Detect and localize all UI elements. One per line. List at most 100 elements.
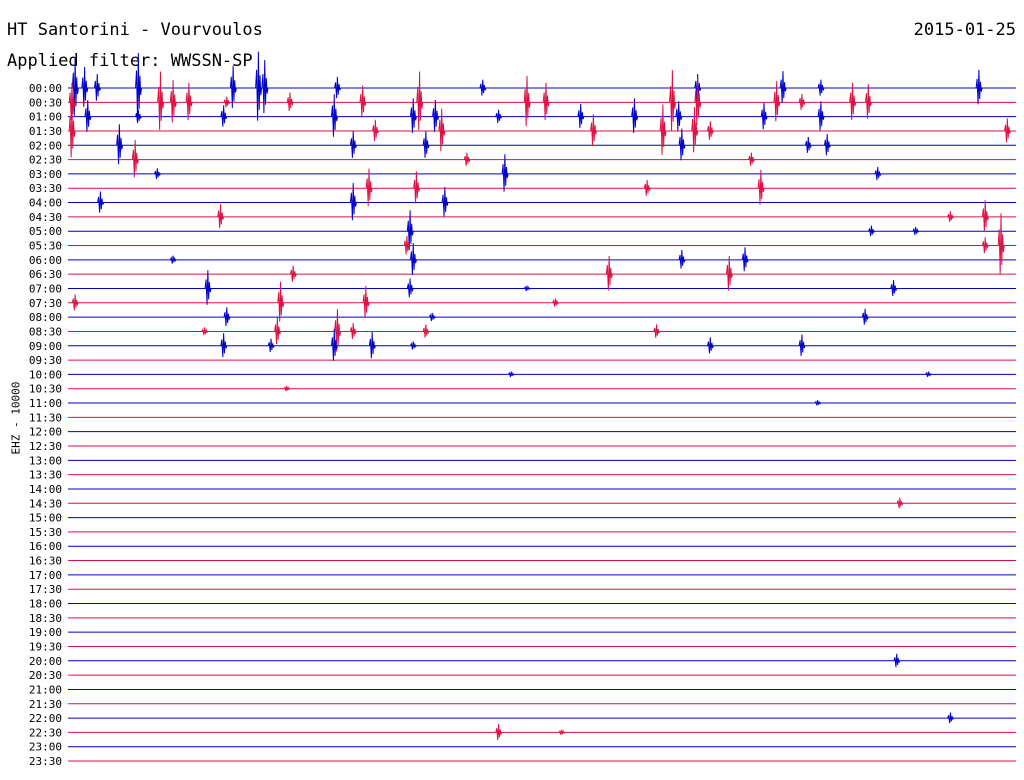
trace-time-label: 09:30 [29, 354, 62, 367]
seismic-event-trace [706, 337, 714, 354]
seismic-event-trace [817, 101, 825, 131]
trace-time-label: 08:00 [29, 311, 62, 324]
trace-time-label: 23:30 [29, 755, 62, 768]
trace-time-label: 06:30 [29, 268, 62, 281]
trace-time-label: 08:30 [29, 325, 62, 338]
trace-time-label: 19:30 [29, 640, 62, 653]
trace-time-label: 10:30 [29, 383, 62, 396]
seismic-event-trace [330, 94, 338, 137]
seismic-event-trace [678, 128, 686, 161]
seismic-event-trace [659, 104, 667, 155]
time-tick-labels: 00:0000:30 01:0001:3002:00 02:3003:0003:30… [29, 82, 62, 768]
seismic-event-trace [495, 109, 503, 123]
seismic-event-trace [261, 59, 269, 114]
seismic-event-trace [997, 213, 1005, 275]
seismic-event-trace [479, 79, 487, 96]
trace-time-label: 18:30 [29, 612, 62, 625]
trace-time-label: 21:00 [29, 683, 62, 696]
trace-time-label: 06:00 [29, 254, 62, 267]
seismic-event-trace [874, 166, 882, 181]
seismic-event-trace [523, 285, 531, 292]
trace-time-label: 00:00 [29, 82, 62, 95]
trace-time-label: 15:00 [29, 512, 62, 525]
trace-time-label: 02:30 [29, 154, 62, 167]
seismic-event-trace [217, 204, 225, 229]
trace-time-label: 02:00 [29, 139, 62, 152]
seismic-event-trace [748, 152, 755, 166]
seismic-event-trace [814, 400, 822, 406]
trace-time-label: 05:30 [29, 240, 62, 253]
seismic-event-trace [349, 323, 357, 340]
seismic-event-trace [947, 211, 955, 222]
seismic-event-trace [893, 653, 901, 668]
trace-time-label: 14:30 [29, 497, 62, 510]
trace-time-label: 21:30 [29, 698, 62, 711]
seismic-event-trace [406, 278, 414, 298]
seismic-event-trace [590, 114, 598, 147]
seismic-event-trace [706, 121, 714, 140]
trace-time-label: 17:30 [29, 583, 62, 596]
seismic-event-trace [441, 187, 449, 217]
seismic-event-trace [896, 497, 904, 509]
trace-time-label: 03:00 [29, 168, 62, 181]
seismic-event-trace [1004, 118, 1011, 143]
trace-time-label: 04:00 [29, 197, 62, 210]
trace-time-label: 19:00 [29, 626, 62, 639]
seismic-event-trace [552, 298, 560, 307]
trace-time-label: 22:30 [29, 726, 62, 739]
seismic-event-trace [135, 109, 142, 123]
trace-time-label: 17:00 [29, 569, 62, 582]
seismic-event-trace [631, 98, 639, 134]
seismic-event-trace [678, 250, 686, 269]
seismic-event-trace [981, 200, 989, 233]
seismic-event-trace [507, 371, 515, 378]
seismic-event-trace [169, 255, 177, 264]
trace-time-label: 07:00 [29, 282, 62, 295]
seismic-event-trace [220, 333, 228, 358]
seismic-event-trace [359, 85, 367, 118]
trace-time-label: 13:00 [29, 454, 62, 467]
seismic-event-trace [861, 308, 869, 325]
seismic-event-trace [823, 134, 831, 156]
seismic-event-trace [890, 280, 898, 297]
seismic-event-trace [864, 84, 872, 119]
helicorder-plot: 00:0000:30 01:0001:3002:00 02:3003:0003:30… [29, 51, 1016, 768]
seismic-event-trace [422, 131, 430, 158]
seismic-event-trace [277, 281, 285, 322]
trace-time-label: 00:30 [29, 96, 62, 109]
seismic-event-trace [409, 243, 417, 275]
seismic-event-trace [798, 334, 806, 356]
seismic-event-trace [220, 105, 228, 127]
seismic-event-trace [669, 70, 677, 132]
seismic-event-trace [947, 712, 955, 724]
seismic-event-trace [495, 723, 503, 741]
seismic-event-trace [255, 51, 263, 121]
seismic-event-trace [93, 73, 101, 101]
trace-time-label: 11:00 [29, 397, 62, 410]
trace-time-label: 09:00 [29, 340, 62, 353]
seismic-event-trace [71, 294, 79, 311]
seismic-event-trace [81, 66, 89, 107]
seismic-event-trace [804, 136, 812, 153]
seismic-event-trace [760, 102, 768, 130]
seismic-event-trace [286, 92, 294, 112]
trace-time-label: 13:30 [29, 469, 62, 482]
seismic-event-trace [154, 168, 161, 180]
seismic-event-trace [757, 170, 765, 205]
trace-time-label: 16:30 [29, 555, 62, 568]
trace-time-label: 20:30 [29, 669, 62, 682]
seismic-event-trace [558, 729, 566, 736]
seismic-event-trace [981, 237, 989, 254]
trace-time-label: 05:00 [29, 225, 62, 238]
seismic-event-trace [413, 171, 421, 204]
seismic-event-trace [925, 371, 932, 378]
trace-time-label: 07:30 [29, 297, 62, 310]
seismic-event-trace [416, 71, 424, 131]
trace-time-label: 18:00 [29, 598, 62, 611]
seismic-event-trace [912, 226, 920, 236]
seismic-event-trace [157, 71, 165, 131]
trace-time-label: 01:30 [29, 125, 62, 138]
seismic-event-trace [409, 341, 417, 350]
seismic-event-trace [267, 338, 275, 353]
seismic-event-trace [223, 307, 231, 326]
